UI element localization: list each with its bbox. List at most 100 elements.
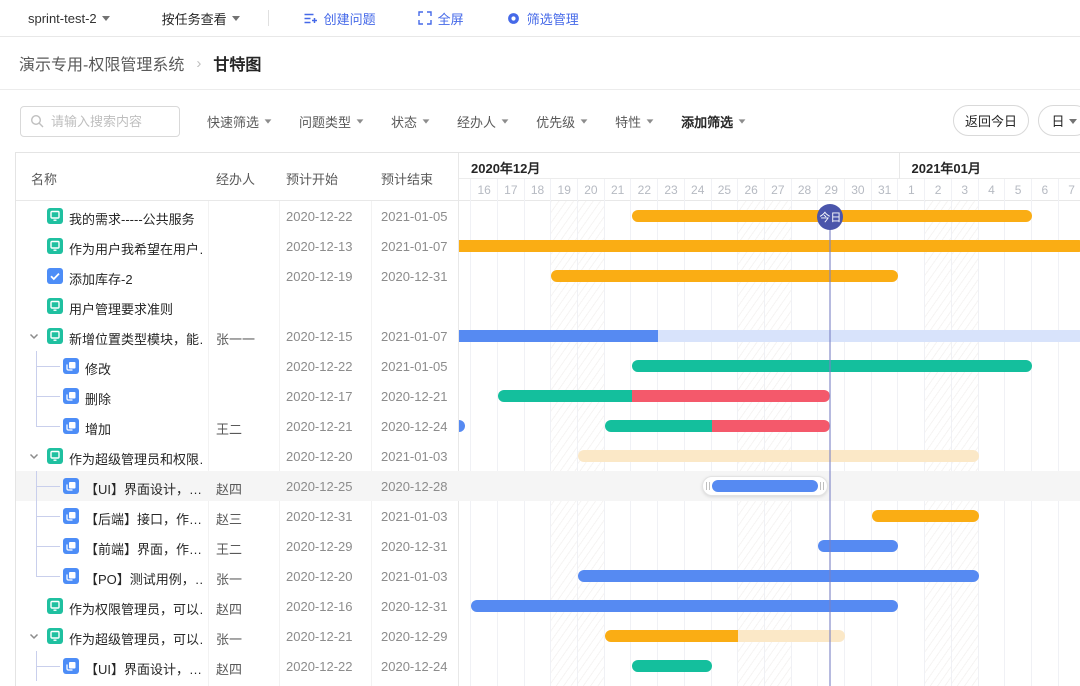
task-name[interactable]: 作为超级管理员，可以…: [69, 629, 202, 648]
table-row[interactable]: 作为超级管理员，可以…张一2020-12-212020-12-29: [16, 621, 459, 651]
filter-dropdown-4[interactable]: 优先级: [536, 112, 588, 131]
gantt-body[interactable]: 今日: [459, 201, 1080, 686]
drag-handle-left[interactable]: [706, 482, 710, 490]
gantt-bar[interactable]: [498, 390, 632, 402]
filter-dropdown-5[interactable]: 特性: [615, 112, 654, 131]
task-start-date: 2020-12-31: [286, 509, 353, 524]
task-name[interactable]: 作为权限管理员，可以…: [69, 599, 202, 618]
task-table-body: 我的需求-----公共服务2020-12-222021-01-05作为用户我希望…: [16, 201, 458, 686]
day-tick: 3: [952, 179, 979, 201]
task-name[interactable]: 【UI】界面设计，…: [85, 659, 202, 678]
filter-dropdown-2[interactable]: 状态: [391, 112, 430, 131]
granularity-selector[interactable]: 日: [1038, 105, 1080, 136]
task-assignee: 张一一: [216, 329, 255, 348]
day-tick: 25: [712, 179, 739, 201]
breadcrumb: 演示专用-权限管理系统 › 甘特图: [0, 37, 1080, 90]
filter-manage-button[interactable]: 筛选管理: [506, 9, 579, 28]
table-row[interactable]: 我的需求-----公共服务2020-12-222021-01-05: [16, 201, 459, 231]
table-row[interactable]: 【前端】界面，作…王二2020-12-292020-12-31: [16, 531, 459, 561]
task-name[interactable]: 【UI】界面设计，…: [85, 479, 202, 498]
task-start-date: 2020-12-25: [286, 479, 353, 494]
chevron-down-icon[interactable]: [26, 628, 42, 644]
gantt-bar[interactable]: [632, 360, 1033, 372]
filter-dropdown-1[interactable]: 问题类型: [299, 112, 364, 131]
task-name[interactable]: 我的需求-----公共服务: [69, 209, 202, 228]
gantt-bar[interactable]: [605, 420, 712, 432]
filter-dropdown-3[interactable]: 经办人: [457, 112, 509, 131]
task-name[interactable]: 删除: [85, 389, 202, 408]
search-box[interactable]: [20, 106, 180, 137]
task-name[interactable]: 作为用户我希望在用户…: [69, 239, 202, 258]
filter-bar: 快速筛选 问题类型 状态 经办人 优先级 特性 添加筛选 返回今日 日: [0, 90, 1080, 152]
task-name[interactable]: 【PO】测试用例，…: [85, 569, 202, 588]
table-row[interactable]: 【UI】界面设计，…赵四2020-12-222020-12-24: [16, 651, 459, 681]
day-header: 161718192021222324252627282930311234567: [459, 179, 1080, 201]
task-name[interactable]: 【后端】接口，作…: [85, 509, 202, 528]
fullscreen-label: 全屏: [438, 9, 464, 28]
drag-handle-right[interactable]: [820, 482, 824, 490]
column-header-end: 预计结束: [381, 169, 433, 188]
table-row[interactable]: 删除2020-12-172020-12-21: [16, 381, 459, 411]
gantt-bar[interactable]: [872, 510, 979, 522]
back-to-today-button[interactable]: 返回今日: [953, 105, 1029, 136]
task-name[interactable]: 作为超级管理员和权限…: [69, 449, 202, 468]
chevron-down-icon: [357, 119, 364, 123]
table-row[interactable]: 添加库存-22020-12-192020-12-31: [16, 261, 459, 291]
table-row[interactable]: 作为权限管理员，可以…赵四2020-12-162020-12-31: [16, 591, 459, 621]
task-name[interactable]: 用户管理要求准则: [69, 299, 202, 318]
chevron-down-icon[interactable]: [26, 328, 42, 344]
table-row[interactable]: 【PO】测试用例，…张一2020-12-202021-01-03: [16, 561, 459, 591]
add-filter-button[interactable]: 添加筛选: [681, 112, 746, 131]
sprint-selector-label: sprint-test-2: [28, 11, 97, 26]
search-input[interactable]: [51, 114, 169, 129]
table-row[interactable]: 作为用户我希望在用户…2020-12-132021-01-07: [16, 231, 459, 261]
column-header-name: 名称: [31, 169, 57, 188]
story-icon: [47, 208, 63, 224]
filter-dropdown-0[interactable]: 快速筛选: [207, 112, 272, 131]
gantt-bar[interactable]: [459, 240, 1080, 252]
gantt-bar[interactable]: [578, 450, 979, 462]
page-title: 甘特图: [213, 51, 261, 75]
task-assignee: 王二: [216, 419, 242, 438]
chevron-down-icon[interactable]: [26, 448, 42, 464]
task-end-date: 2021-01-05: [381, 209, 448, 224]
gantt-bar[interactable]: [551, 270, 898, 282]
column-header-start: 预计开始: [286, 169, 338, 188]
task-name[interactable]: 新增位置类型模块，能…: [69, 329, 202, 348]
table-row[interactable]: 修改2020-12-222021-01-05: [16, 351, 459, 381]
fullscreen-icon: [418, 11, 432, 25]
breadcrumb-separator-icon: ›: [196, 55, 201, 72]
day-tick: 30: [845, 179, 872, 201]
table-row[interactable]: 用户管理要求准则: [16, 291, 459, 321]
gantt-bar-overdue[interactable]: [712, 420, 831, 432]
chevron-down-icon: [265, 119, 272, 123]
gantt-bar[interactable]: [578, 570, 979, 582]
table-row[interactable]: 新增位置类型模块，能…张一一2020-12-152021-01-07: [16, 321, 459, 351]
search-icon: [30, 114, 44, 128]
gantt-bar[interactable]: [712, 480, 819, 492]
create-issue-button[interactable]: 创建问题: [303, 9, 376, 28]
table-row[interactable]: 【后端】接口，作…赵三2020-12-312021-01-03: [16, 501, 459, 531]
gantt-bar[interactable]: [632, 660, 712, 672]
table-row[interactable]: 增加王二2020-12-212020-12-24: [16, 411, 459, 441]
task-name[interactable]: 修改: [85, 359, 202, 378]
table-row[interactable]: 作为超级管理员和权限…2020-12-202021-01-03: [16, 441, 459, 471]
task-name[interactable]: 增加: [85, 419, 202, 438]
gantt-bar[interactable]: [459, 330, 658, 342]
gantt-bar-overdue[interactable]: [632, 390, 831, 402]
sprint-selector[interactable]: sprint-test-2: [28, 11, 110, 26]
breadcrumb-project[interactable]: 演示专用-权限管理系统: [19, 51, 184, 75]
fullscreen-button[interactable]: 全屏: [418, 9, 464, 28]
task-assignee: 张一: [216, 569, 242, 588]
task-name[interactable]: 【前端】界面，作…: [85, 539, 202, 558]
gantt-bar[interactable]: [471, 600, 898, 612]
table-row[interactable]: 【UI】界面设计，…赵四2020-12-252020-12-28: [16, 471, 459, 501]
gantt-bar-selected[interactable]: [702, 476, 829, 496]
task-end-date: 2020-12-29: [381, 629, 448, 644]
task-name[interactable]: 添加库存-2: [69, 269, 202, 288]
gantt-bar[interactable]: [658, 330, 1080, 342]
top-toolbar: sprint-test-2 按任务查看 创建问题 全屏 筛选管理: [0, 0, 1080, 37]
gantt-bar[interactable]: [605, 630, 739, 642]
view-mode-selector[interactable]: 按任务查看: [162, 9, 240, 28]
subtask-icon: [63, 388, 79, 404]
